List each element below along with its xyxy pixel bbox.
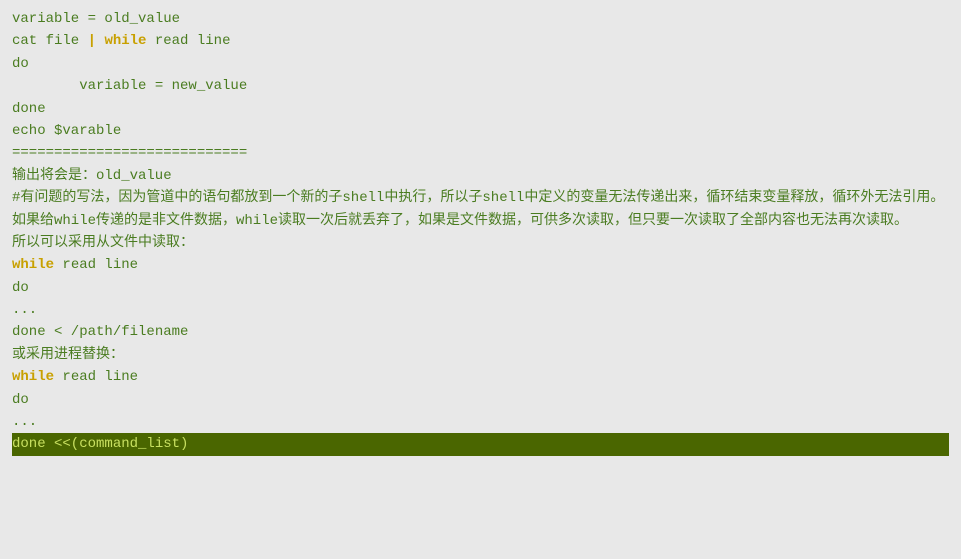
line-9: #有问题的写法，因为管道中的语句都放到一个新的子shell中执行，所以子shel…: [12, 187, 949, 209]
line-20: done <<(command_list): [12, 433, 949, 455]
text: while read line: [12, 257, 138, 273]
line-12: while read line: [12, 254, 949, 276]
text: 如果给while传递的是非文件数据，while读取一次后就丢弃了，如果是文件数据…: [12, 213, 908, 229]
line-18: do: [12, 389, 949, 411]
line-11: 所以可以采用从文件中读取：: [12, 232, 949, 254]
highlighted-text: done <<(command_list): [12, 436, 188, 452]
text: variable = new_value: [12, 78, 247, 94]
text: cat file | while read line: [12, 33, 230, 49]
line-13: do: [12, 277, 949, 299]
text: ...: [12, 302, 37, 318]
line-14: ...: [12, 299, 949, 321]
line-3: do: [12, 53, 949, 75]
line-16: 或采用进程替换：: [12, 344, 949, 366]
text: ============================: [12, 145, 247, 161]
text: do: [12, 280, 29, 296]
line-10: 如果给while传递的是非文件数据，while读取一次后就丢弃了，如果是文件数据…: [12, 210, 949, 232]
text: #有问题的写法，因为管道中的语句都放到一个新的子shell中执行，所以子shel…: [12, 190, 944, 206]
line-19: ...: [12, 411, 949, 433]
text: 或采用进程替换：: [12, 347, 124, 363]
line-5: done: [12, 98, 949, 120]
text: do: [12, 56, 29, 72]
code-content: variable = old_value cat file | while re…: [12, 8, 949, 456]
text: 所以可以采用从文件中读取：: [12, 235, 194, 251]
line-15: done < /path/filename: [12, 321, 949, 343]
line-8: 输出将会是：old_value: [12, 165, 949, 187]
line-4: variable = new_value: [12, 75, 949, 97]
text: echo $varable: [12, 123, 121, 139]
line-2: cat file | while read line: [12, 30, 949, 52]
text: while read line: [12, 369, 138, 385]
text: do: [12, 392, 29, 408]
text: 输出将会是：old_value: [12, 168, 172, 184]
text: done: [12, 101, 46, 117]
text: done < /path/filename: [12, 324, 188, 340]
line-6: echo $varable: [12, 120, 949, 142]
line-7: ============================: [12, 142, 949, 164]
line-1: variable = old_value: [12, 8, 949, 30]
line-17: while read line: [12, 366, 949, 388]
text: ...: [12, 414, 37, 430]
text: variable = old_value: [12, 11, 180, 27]
